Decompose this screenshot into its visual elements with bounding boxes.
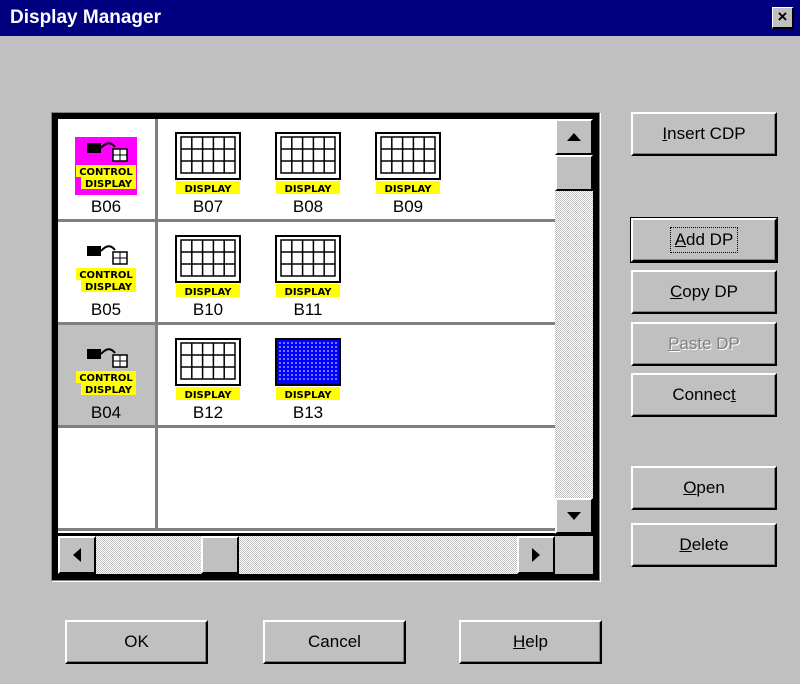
grid-row: CONTROL DISPLAY B05 DISPLAY B10 DISPLAY B11	[58, 222, 555, 325]
horizontal-scrollbar[interactable]	[58, 536, 555, 574]
close-button[interactable]: ×	[772, 7, 794, 29]
connect-button[interactable]: Connect	[631, 373, 777, 417]
control-display-icon: CONTROLDISPLAY	[75, 137, 137, 195]
scroll-right-button[interactable]	[517, 536, 555, 574]
horizontal-scroll-thumb[interactable]	[201, 536, 239, 574]
delete-label: Delete	[679, 535, 729, 554]
help-button[interactable]: Help	[459, 620, 602, 664]
control-display-icon: CONTROLDISPLAY	[76, 245, 136, 293]
display-code-label: B06	[90, 197, 122, 216]
scrollbar-corner	[555, 536, 593, 574]
display-code-label: B07	[192, 197, 224, 216]
display-code-label: B10	[192, 300, 224, 319]
grid-row	[58, 428, 555, 531]
scroll-up-button[interactable]	[555, 119, 593, 155]
vertical-scrollbar[interactable]	[555, 119, 593, 534]
display-panel-icon: DISPLAY	[175, 235, 241, 298]
display-text: DISPLAY	[85, 282, 133, 293]
display-item[interactable]: CONTROL DISPLAY B06	[71, 129, 141, 215]
display-item[interactable]: DISPLAY B07	[173, 129, 243, 215]
scroll-left-button[interactable]	[58, 536, 96, 574]
display-item[interactable]: DISPLAY B09	[373, 129, 443, 215]
arrow-right-icon	[532, 548, 540, 562]
ok-label: OK	[124, 632, 149, 651]
insert-cdp-button[interactable]: Insert CDP	[631, 112, 777, 156]
display-code-label: B05	[90, 300, 122, 319]
arrow-left-icon	[73, 548, 81, 562]
insert-cdp-label: Insert CDP	[662, 124, 746, 143]
copy-dp-button[interactable]: Copy DP	[631, 270, 777, 314]
control-display-icon: CONTROLDISPLAY	[76, 348, 136, 396]
close-icon: ×	[777, 7, 788, 26]
display-text: DISPLAY	[285, 184, 333, 195]
display-text: DISPLAY	[85, 179, 133, 190]
control-text: CONTROL	[79, 373, 133, 384]
display-code-label: B08	[292, 197, 324, 216]
help-label: Help	[513, 632, 548, 651]
arrow-down-icon	[567, 512, 581, 520]
display-text: DISPLAY	[285, 390, 333, 401]
display-text: DISPLAY	[185, 390, 233, 401]
display-panel-icon: DISPLAY	[275, 235, 341, 298]
paste-dp-label: Paste DP	[668, 334, 740, 353]
display-text: DISPLAY	[185, 184, 233, 195]
control-text: CONTROL	[79, 270, 133, 281]
display-item[interactable]: DISPLAY B08	[273, 129, 343, 215]
add-dp-button[interactable]: Add DP	[630, 217, 778, 263]
display-code-label: B04	[90, 403, 122, 422]
display-code-label: B11	[293, 300, 323, 319]
control-text: CONTROL	[79, 167, 133, 178]
display-item[interactable]: DISPLAY B11	[273, 232, 343, 318]
copy-dp-label: Copy DP	[669, 282, 739, 301]
cancel-label: Cancel	[308, 632, 361, 651]
control-display-cell[interactable]: CONTROL DISPLAY B05	[58, 222, 158, 322]
add-dp-label: Add DP	[669, 227, 739, 253]
horizontal-scroll-track[interactable]	[58, 536, 555, 574]
open-button[interactable]: Open	[631, 466, 777, 510]
display-text: DISPLAY	[85, 385, 133, 396]
display-item[interactable]: DISPLAY B13	[273, 335, 343, 421]
cancel-button[interactable]: Cancel	[263, 620, 406, 664]
grid-row: CONTROL DISPLAY B04 DISPLAY B12 DISPLAY B13	[58, 325, 555, 428]
arrow-up-icon	[567, 133, 581, 141]
delete-button[interactable]: Delete	[631, 523, 777, 567]
display-grid: CONTROL DISPLAY B06 DISPLAY B07 DISPLAY B08 DIS…	[58, 119, 555, 533]
ok-button[interactable]: OK	[65, 620, 208, 664]
display-item[interactable]: CONTROL DISPLAY B04	[71, 335, 141, 421]
control-display-cell[interactable]: CONTROL DISPLAY B04	[58, 325, 158, 425]
display-code-label: B13	[292, 403, 324, 422]
title-bar[interactable]: Display Manager ×	[0, 0, 800, 36]
display-panel-icon: DISPLAY	[175, 338, 241, 401]
display-panel-icon: DISPLAY	[175, 132, 241, 195]
control-display-cell[interactable]: CONTROL DISPLAY B06	[58, 119, 158, 219]
display-grid-panel: CONTROL DISPLAY B06 DISPLAY B07 DISPLAY B08 DIS…	[52, 113, 599, 580]
display-code-label: B12	[192, 403, 224, 422]
display-item[interactable]: DISPLAY B10	[173, 232, 243, 318]
display-item[interactable]: CONTROL DISPLAY B05	[71, 232, 141, 318]
open-label: Open	[683, 478, 725, 497]
window-title: Display Manager	[10, 7, 161, 28]
display-text: DISPLAY	[285, 287, 333, 298]
display-code-label: B09	[392, 197, 424, 216]
scroll-down-button[interactable]	[555, 498, 593, 534]
display-text: DISPLAY	[185, 287, 233, 298]
connect-label: Connect	[672, 385, 736, 404]
display-item[interactable]: DISPLAY B12	[173, 335, 243, 421]
vertical-scroll-thumb[interactable]	[555, 155, 593, 191]
grid-row: CONTROL DISPLAY B06 DISPLAY B07 DISPLAY B08 DIS…	[58, 119, 555, 222]
paste-dp-button[interactable]: Paste DP	[631, 322, 777, 366]
display-panel-icon: DISPLAY	[275, 338, 341, 401]
display-panel-icon: DISPLAY	[375, 132, 441, 195]
display-panel-icon: DISPLAY	[275, 132, 341, 195]
display-text: DISPLAY	[385, 184, 433, 195]
control-display-cell[interactable]	[58, 428, 158, 528]
